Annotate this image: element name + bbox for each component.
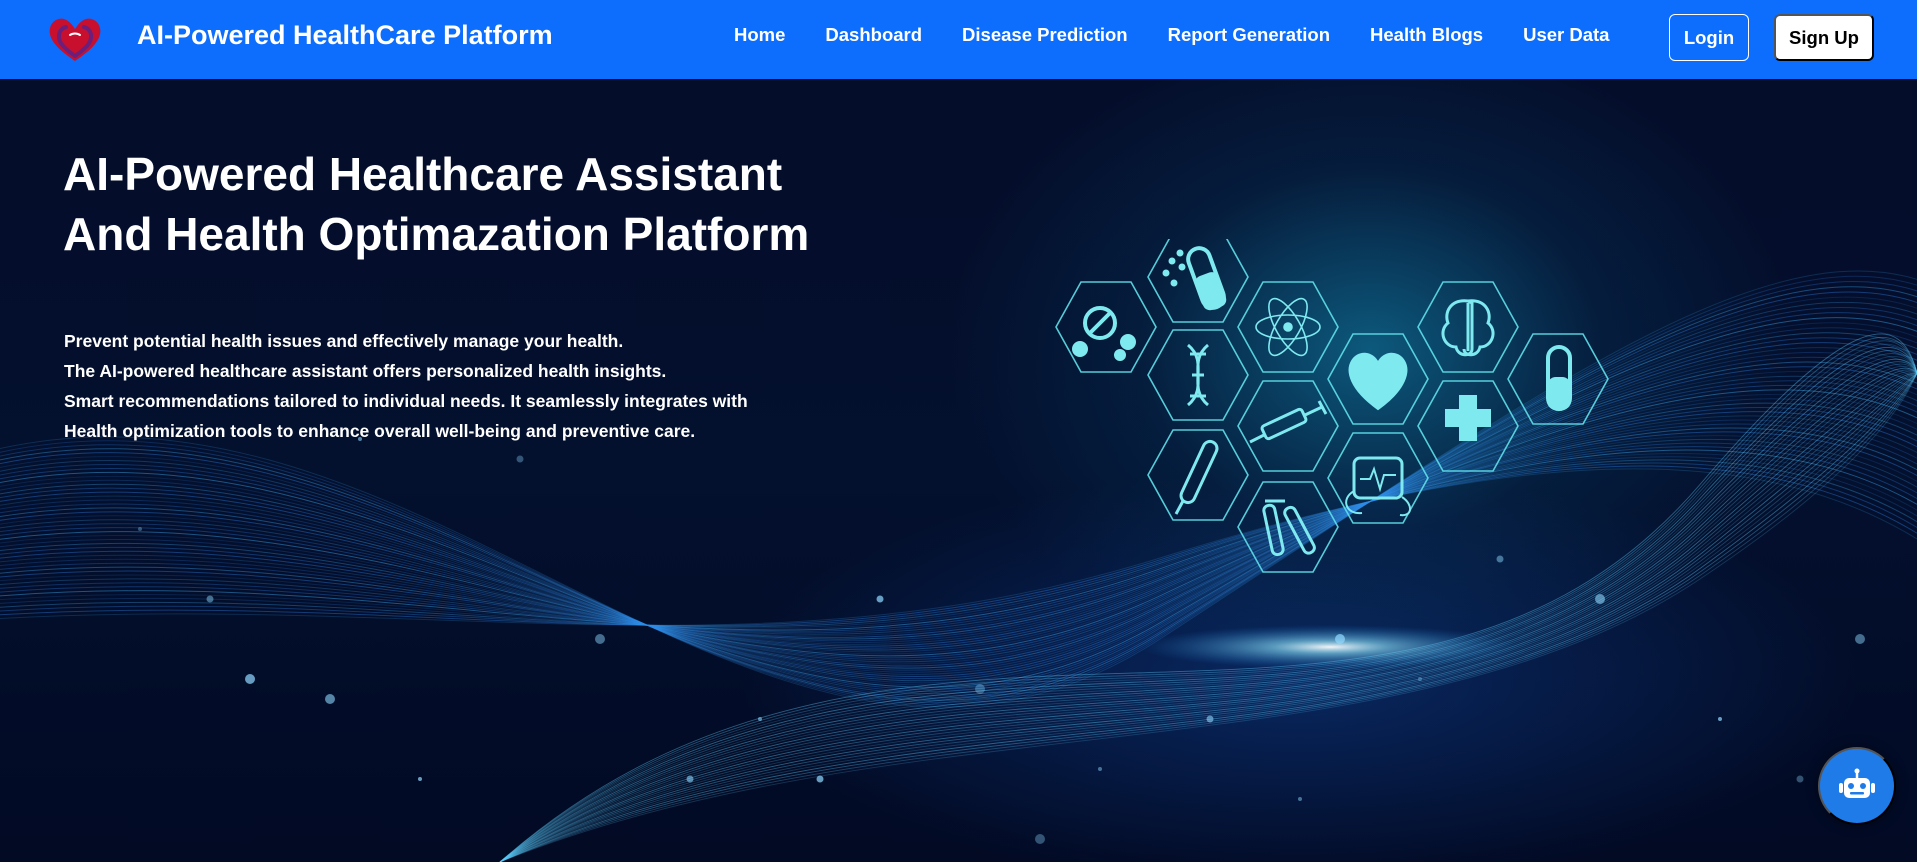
glow-dot: [1098, 767, 1102, 771]
glow-dot: [975, 684, 985, 694]
nav-home[interactable]: Home: [734, 24, 785, 46]
glow-dot: [876, 595, 884, 603]
glow-dot: [1206, 715, 1214, 723]
nav-report-generation[interactable]: Report Generation: [1168, 24, 1330, 46]
heart-hands-logo[interactable]: [44, 11, 106, 67]
glow-dot: [138, 527, 142, 531]
wave-line: [0, 415, 1917, 645]
chatbot-button[interactable]: [1818, 747, 1896, 825]
test-tubes-icon: [1262, 499, 1316, 557]
syringe-icon: [1249, 400, 1328, 444]
glow-dot: [1855, 634, 1865, 644]
glow-dot: [816, 775, 824, 783]
main-nav: Home Dashboard Disease Prediction Report…: [734, 24, 1609, 46]
robot-icon: [1839, 768, 1875, 798]
glow-dot: [1796, 775, 1804, 783]
hex-test-tubes: [1237, 481, 1339, 573]
medical-hex-grid: [1055, 239, 1609, 573]
nav-health-blogs[interactable]: Health Blogs: [1370, 24, 1483, 46]
pills-icon: [1072, 306, 1136, 361]
hex-thermometer: [1147, 429, 1249, 521]
hero-title: AI-Powered Healthcare Assistant And Heal…: [63, 144, 863, 264]
glow-dot: [245, 674, 255, 684]
nav-dashboard[interactable]: Dashboard: [825, 24, 922, 46]
heart-monitor-icon: [1345, 456, 1411, 517]
capsule-vertical-icon: [1546, 345, 1572, 411]
nav-user-data[interactable]: User Data: [1523, 24, 1609, 46]
glow-dot: [1035, 834, 1045, 844]
glow-dot: [595, 634, 605, 644]
hero-description-line-2: The AI-powered healthcare assistant offe…: [64, 361, 667, 381]
wave-line: [0, 449, 1917, 631]
navbar: AI-Powered HealthCare Platform Home Dash…: [0, 0, 1917, 79]
glow-dot: [516, 455, 524, 463]
hero-description: Prevent potential health issues and effe…: [64, 326, 864, 446]
glow-dot: [1298, 797, 1302, 801]
heart-icon: [1348, 352, 1408, 411]
brain-icon: [1441, 299, 1495, 357]
hero-description-line-1: Prevent potential health issues and effe…: [64, 331, 624, 351]
hero-description-line-4: Health optimization tools to enhance ove…: [64, 421, 696, 441]
capsule-icon: [1162, 246, 1227, 311]
signup-button[interactable]: Sign Up: [1774, 14, 1874, 61]
glow-dot: [686, 775, 694, 783]
glow-dot: [418, 777, 422, 781]
hero-section: AI-Powered Healthcare Assistant And Heal…: [0, 79, 1917, 862]
hero-title-line-1: AI-Powered Healthcare Assistant: [63, 148, 783, 200]
atom-icon: [1255, 297, 1321, 357]
hex-syringe: [1237, 380, 1339, 472]
glow-dot: [325, 694, 335, 704]
hex-heart-monitor: [1327, 432, 1429, 524]
glow-dot: [1718, 717, 1722, 721]
nav-disease-prediction[interactable]: Disease Prediction: [962, 24, 1128, 46]
hero-description-line-3: Smart recommendations tailored to indivi…: [64, 391, 748, 411]
brand-title[interactable]: AI-Powered HealthCare Platform: [137, 20, 553, 51]
glow-dot: [206, 595, 214, 603]
hex-pills: [1055, 281, 1157, 373]
medical-cross-icon: [1445, 395, 1491, 441]
hero-title-line-2: And Health Optimazation Platform: [63, 208, 810, 260]
login-button[interactable]: Login: [1669, 14, 1749, 61]
dna-icon: [1186, 343, 1210, 407]
glow-dot: [758, 717, 762, 721]
thermometer-icon: [1174, 439, 1219, 515]
